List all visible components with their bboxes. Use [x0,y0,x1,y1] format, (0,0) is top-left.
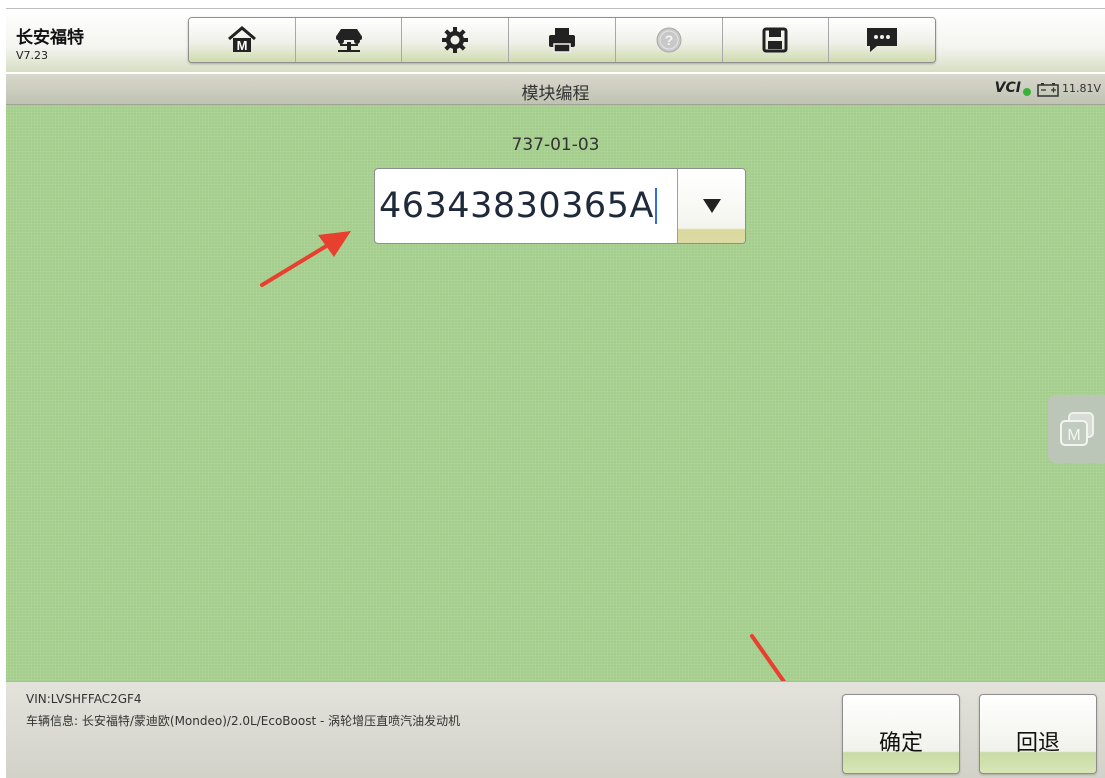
bottom-bar: VIN:LVSHFFAC2GF4 车辆信息: 长安福特/蒙迪欧(Mondeo)/… [6,681,1105,778]
save-button[interactable] [722,18,830,62]
app-version: V7.23 [16,49,49,62]
home-icon: M [227,26,256,53]
vin-text: VIN:LVSHFFAC2GF4 [26,692,142,706]
printer-icon [549,28,576,53]
page-title: 模块编程 [521,84,590,104]
home-button[interactable]: M [189,18,296,62]
help-button[interactable]: ? [615,18,723,62]
vci-connected-icon [1023,88,1031,96]
back-button[interactable]: 回退 [979,694,1097,774]
car-lift-icon [335,29,362,52]
multi-window-icon: M [1059,412,1094,446]
gear-icon [442,27,469,53]
floppy-disk-icon [762,27,788,53]
module-id-label: 737-01-03 [511,135,600,155]
main-area: 737-01-03 46343830365A M [6,105,1105,736]
side-floating-tab[interactable]: M [1048,395,1105,463]
chat-icon [867,28,898,52]
voltage-readout: 11.81V [1061,82,1101,95]
feedback-button[interactable] [829,18,935,62]
toolbar: M ? [188,17,936,63]
help-icon: ? [656,27,682,53]
top-header: 长安福特 V7.23 M ? [6,8,1105,72]
vci-label: VCI [994,80,1021,96]
vehicle-button[interactable] [295,18,403,62]
module-code-value: 46343830365A [379,186,654,226]
confirm-button[interactable]: 确定 [842,694,960,774]
svg-text:?: ? [664,32,673,48]
settings-button[interactable] [402,18,510,62]
module-code-combo[interactable]: 46343830365A [374,168,746,244]
module-code-input[interactable]: 46343830365A [377,171,675,241]
app-window: 长安福特 V7.23 M ? 模块编程 VCI 11.81V 737-01-03… [6,8,1105,778]
battery-icon [1037,83,1059,97]
svg-text:M: M [1067,427,1080,444]
dropdown-button[interactable] [677,169,745,243]
title-bar: 模块编程 VCI 11.81V [6,74,1105,105]
vehicle-info-text: 车辆信息: 长安福特/蒙迪欧(Mondeo)/2.0L/EcoBoost - 涡… [26,714,461,728]
triangle-down-icon [702,199,721,213]
text-cursor [654,188,657,224]
app-name: 长安福特 [16,28,84,48]
print-button[interactable] [509,18,616,62]
annotation-arrow-to-input [260,231,351,287]
svg-text:M: M [236,38,247,53]
